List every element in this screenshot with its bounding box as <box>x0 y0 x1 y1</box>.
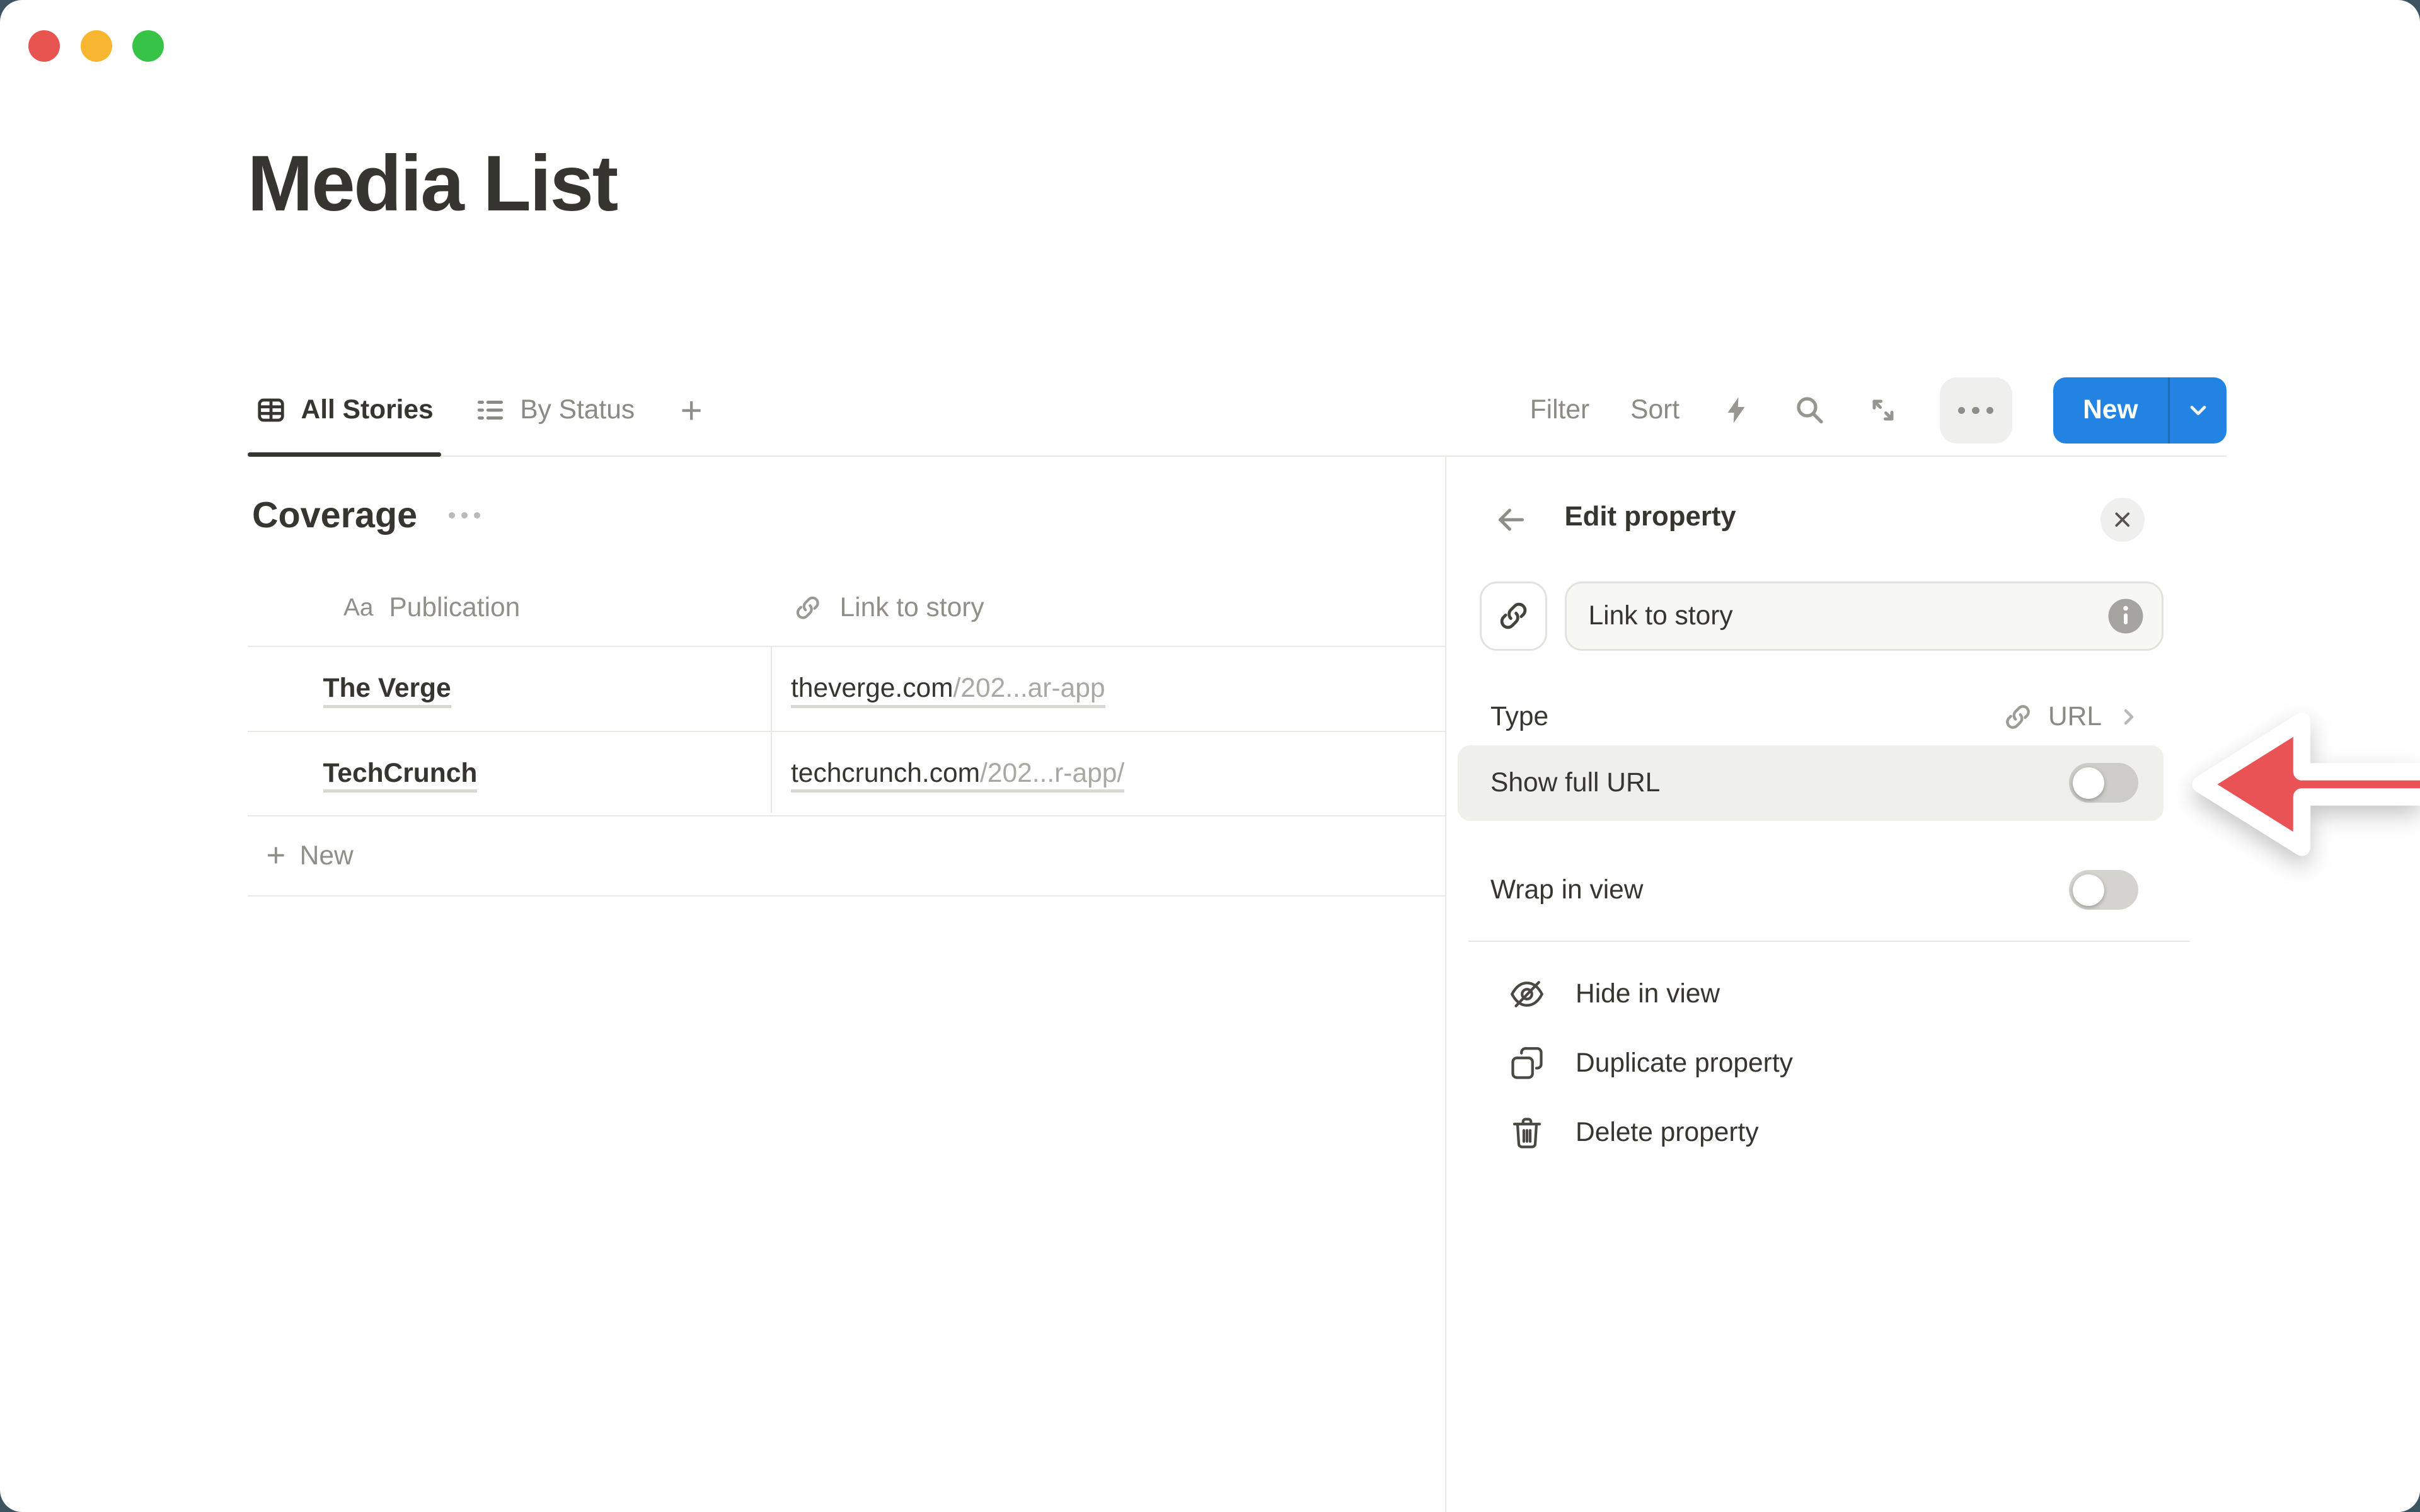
url-link[interactable]: techcrunch.com/202...r-app/ <box>791 759 1124 793</box>
table-row: TechCrunch techcrunch.com/202...r-app/ <box>248 732 1445 817</box>
tab-label: By Status <box>520 395 635 425</box>
toggle-knob <box>2073 767 2104 799</box>
page-title: Media List <box>248 139 617 229</box>
view-tabs: All Stories By Status + <box>248 365 715 455</box>
page-link[interactable]: The Verge <box>323 673 451 708</box>
show-full-url-toggle[interactable] <box>2069 763 2138 803</box>
app-window: Media List All Stories <box>0 0 2420 1512</box>
sort-button[interactable]: Sort <box>1630 395 1680 425</box>
automation-lightning-icon[interactable] <box>1720 394 1752 426</box>
table-header-row: Aa Publication Link to story <box>248 570 1445 647</box>
minimize-window-button[interactable] <box>81 30 112 62</box>
type-value-text: URL <box>2048 702 2102 732</box>
edit-property-panel: Edit property <box>1446 457 2420 1512</box>
url-link[interactable]: theverge.com/202...ar-app <box>791 673 1105 708</box>
add-view-button[interactable]: + <box>668 365 715 455</box>
publication-cell[interactable]: TechCrunch <box>248 759 771 789</box>
tab-all-stories[interactable]: All Stories <box>248 365 442 455</box>
property-type-row[interactable]: Type URL <box>1458 682 2164 752</box>
column-label: Publication <box>389 593 520 623</box>
close-window-button[interactable] <box>28 30 60 62</box>
zoom-window-button[interactable] <box>132 30 164 62</box>
ellipsis-dot <box>449 512 455 518</box>
menu-item-label: Delete property <box>1576 1118 1759 1148</box>
group-options-ellipsis-button[interactable] <box>449 512 480 518</box>
menu-item-hide-in-view[interactable]: Hide in view <box>1458 959 2164 1029</box>
group-title: Coverage <box>252 495 417 536</box>
url-visible-part: theverge.com <box>791 673 954 703</box>
list-view-icon <box>475 394 506 426</box>
property-type-icon-button[interactable] <box>1480 581 1548 651</box>
eye-off-icon <box>1508 975 1546 1013</box>
url-truncated-part: /202...r-app/ <box>980 759 1124 788</box>
new-dropdown-button[interactable] <box>2170 377 2227 444</box>
close-panel-button[interactable] <box>2100 498 2145 542</box>
column-label: Link to story <box>840 593 984 623</box>
text-type-icon: Aa <box>343 594 373 622</box>
panel-section-divider <box>1468 941 2190 942</box>
wrap-in-view-row[interactable]: Wrap in view <box>1458 852 2164 928</box>
tab-label: All Stories <box>301 395 434 425</box>
new-button[interactable]: New <box>2053 377 2168 444</box>
trash-icon <box>1508 1114 1546 1152</box>
database-table: Aa Publication Link to story The Verge t… <box>248 570 1445 896</box>
search-icon[interactable] <box>1793 394 1826 427</box>
toolbar-actions: Filter Sort <box>1530 365 2227 455</box>
type-value: URL <box>2002 701 2141 733</box>
property-name-input[interactable] <box>1565 581 2164 651</box>
duplicate-icon <box>1508 1045 1546 1082</box>
menu-item-delete-property[interactable]: Delete property <box>1458 1098 2164 1167</box>
plus-icon: + <box>267 839 286 873</box>
show-full-url-row[interactable]: Show full URL <box>1458 745 2164 821</box>
ellipsis-dot <box>1972 407 1979 414</box>
chevron-right-icon <box>2116 704 2141 730</box>
group-heading: Coverage <box>252 495 480 536</box>
url-link-icon <box>2002 701 2034 733</box>
ellipsis-dot <box>461 512 468 518</box>
menu-item-label: Hide in view <box>1576 979 1720 1009</box>
panel-title: Edit property <box>1565 501 1736 532</box>
back-button[interactable] <box>1492 501 1530 539</box>
window-controls <box>28 30 164 62</box>
url-visible-part: techcrunch.com <box>791 759 980 788</box>
url-truncated-part: /202...ar-app <box>954 673 1105 703</box>
link-cell[interactable]: theverge.com/202...ar-app <box>771 673 1445 704</box>
panel-header: Edit property <box>1446 491 2420 548</box>
url-link-icon <box>793 593 823 623</box>
tab-by-status[interactable]: By Status <box>466 365 642 455</box>
wrap-in-view-label: Wrap in view <box>1490 875 1644 905</box>
menu-item-duplicate-property[interactable]: Duplicate property <box>1458 1029 2164 1098</box>
ellipsis-dot <box>1958 407 1965 414</box>
view-options-ellipsis-button[interactable] <box>1940 377 2012 444</box>
column-divider <box>771 646 773 813</box>
menu-item-label: Duplicate property <box>1576 1048 1793 1079</box>
table-row: The Verge theverge.com/202...ar-app <box>248 647 1445 732</box>
view-toolbar: All Stories By Status + Filter Sort <box>248 365 2227 457</box>
link-cell[interactable]: techcrunch.com/202...r-app/ <box>771 759 1445 789</box>
toggle-knob <box>2073 874 2104 906</box>
new-split-button: New <box>2053 377 2227 444</box>
page-link[interactable]: TechCrunch <box>323 759 478 793</box>
show-full-url-label: Show full URL <box>1490 768 1660 798</box>
type-label: Type <box>1490 702 1548 732</box>
filter-button[interactable]: Filter <box>1530 395 1589 425</box>
column-header-publication[interactable]: Aa Publication <box>248 593 771 623</box>
property-name-field-wrap <box>1565 581 2164 651</box>
ellipsis-dot <box>1986 407 1993 414</box>
publication-cell[interactable]: The Verge <box>248 673 771 704</box>
wrap-in-view-toggle[interactable] <box>2069 870 2138 910</box>
new-row-label: New <box>300 841 354 871</box>
new-row-button[interactable]: + New <box>248 816 1445 896</box>
table-view-icon <box>255 394 287 426</box>
property-name-row <box>1480 581 2164 651</box>
ellipsis-dot <box>474 512 480 518</box>
info-icon[interactable] <box>2107 597 2145 641</box>
column-header-link-to-story[interactable]: Link to story <box>771 593 1445 623</box>
expand-view-icon[interactable] <box>1867 394 1899 426</box>
